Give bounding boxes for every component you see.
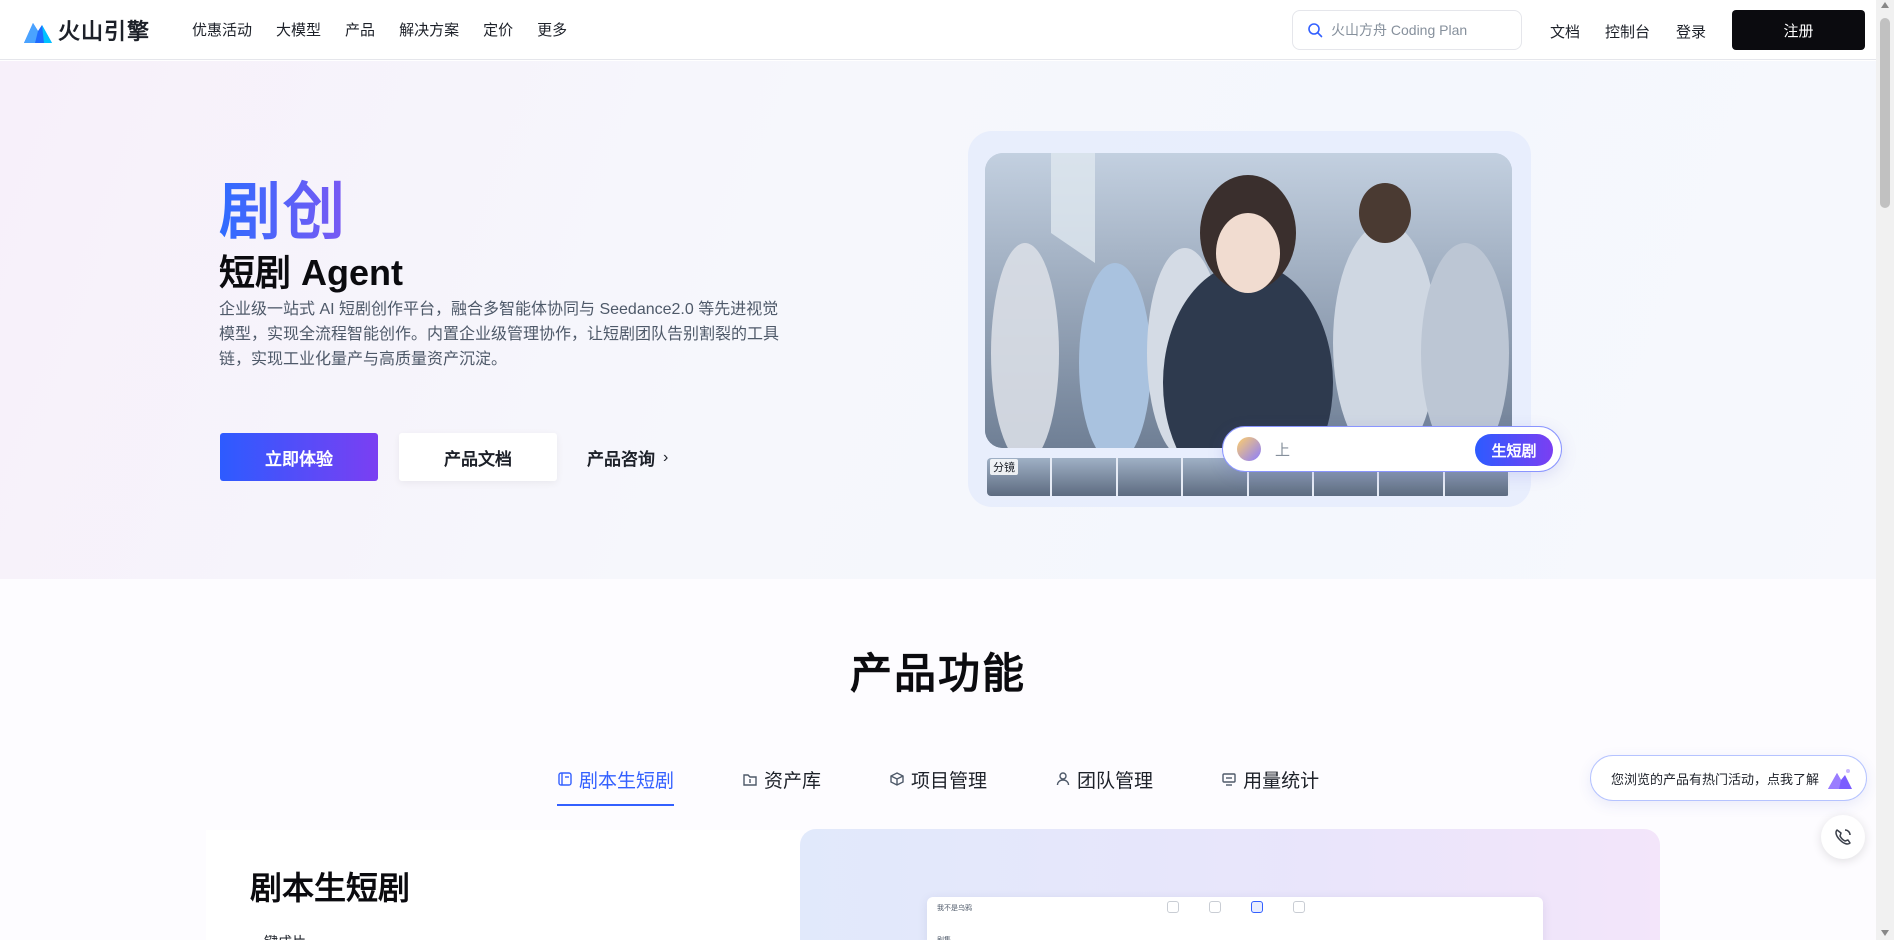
tab-label: 团队管理 [1077,770,1154,792]
search-input[interactable] [1331,22,1511,38]
product-docs-button[interactable]: 产品文档 [399,433,557,481]
chevron-right-icon: › [663,448,669,466]
search-icon [1308,23,1323,38]
preview-step-indicator [1167,901,1305,913]
scroll-up-arrow-icon[interactable] [1881,2,1889,8]
promo-bubble[interactable]: 您浏览的产品有热门活动，点我了解 [1590,755,1867,801]
tab-asset-library[interactable]: 资产库 [742,760,821,798]
page-scrollbar[interactable] [1876,0,1894,940]
customer-service-button[interactable] [1821,815,1865,859]
scroll-down-arrow-icon[interactable] [1881,930,1889,936]
tab-usage-stats[interactable]: 用量统计 [1221,760,1319,798]
main-nav: 优惠活动 大模型 产品 解决方案 定价 更多 [192,19,591,40]
top-nav: 火山引擎 优惠活动 大模型 产品 解决方案 定价 更多 文档 控制台 登录 注册 [0,0,1876,60]
nav-promotions[interactable]: 优惠活动 [192,19,252,40]
nav-products[interactable]: 产品 [345,19,375,40]
try-now-button[interactable]: 立即体验 [220,433,378,481]
scroll-thumb[interactable] [1880,18,1890,208]
script-icon [558,772,572,786]
hero-video-preview[interactable] [985,153,1512,448]
nav-solutions[interactable]: 解决方案 [399,19,459,40]
drama-still-image [985,153,1512,448]
nav-models[interactable]: 大模型 [276,19,321,40]
step-icon [1209,901,1221,913]
preview-episodes-label: 剧集 [937,935,951,940]
volcano-logo-icon [24,22,52,43]
tab-script-to-drama[interactable]: 剧本生短剧 [557,760,675,806]
monitor-icon [1222,773,1236,786]
tab-team-management[interactable]: 团队管理 [1055,760,1153,798]
nav-pricing[interactable]: 定价 [483,19,513,40]
hero-title: 剧创 [219,161,347,251]
tab-label: 资产库 [764,770,822,792]
feature-tabs: 剧本生短剧 资产库 项目管理 团队管理 用量统计 [557,760,1387,806]
promo-mountain-icon [1828,769,1852,789]
folder-icon [743,774,757,786]
product-consult-link[interactable]: 产品咨询 › [587,445,668,470]
tab-label: 用量统计 [1243,770,1320,792]
brand-name: 火山引擎 [58,18,151,44]
prompt-bar[interactable]: 上 生短剧 [1222,426,1562,472]
feature-card-subtitle: 一键成片 [250,932,306,940]
product-consult-label: 产品咨询 [587,450,655,469]
agent-avatar-icon [1237,437,1261,461]
storyboard-thumb[interactable] [1117,458,1184,496]
feature-card-title: 剧本生短剧 [250,870,411,906]
storyboard-label: 分镜 [990,459,1018,475]
step-icon [1167,901,1179,913]
nav-more[interactable]: 更多 [537,19,567,40]
hero-subtitle: 短剧 Agent [219,252,403,293]
app-preview-screenshot: 我不是乌鸦 剧集 [927,897,1543,940]
docs-link[interactable]: 文档 [1550,21,1580,42]
console-link[interactable]: 控制台 [1605,21,1650,42]
step-icon [1251,901,1263,913]
brand-logo[interactable]: 火山引擎 [24,14,150,46]
search-box[interactable] [1292,10,1522,50]
prompt-text: 上 [1275,441,1291,459]
phone-icon [1835,829,1851,845]
register-button[interactable]: 注册 [1732,10,1865,50]
features-title: 产品功能 [849,650,1026,697]
preview-project-title: 我不是乌鸦 [937,905,972,912]
tab-label: 项目管理 [911,770,988,792]
user-icon [1056,772,1070,786]
storyboard-thumb[interactable] [1052,458,1118,496]
generate-drama-button[interactable]: 生短剧 [1475,434,1553,466]
promo-text: 您浏览的产品有热门活动，点我了解 [1611,771,1820,787]
hero-section: 剧创 短剧 Agent 企业级一站式 AI 短剧创作平台，融合多智能体协同与 S… [0,61,1876,579]
hero-description: 企业级一站式 AI 短剧创作平台，融合多智能体协同与 Seedance2.0 等… [219,301,780,368]
tab-label: 剧本生短剧 [579,770,675,792]
feature-card-preview: 我不是乌鸦 剧集 [800,829,1660,940]
login-link[interactable]: 登录 [1676,21,1706,42]
tab-project-management[interactable]: 项目管理 [889,760,987,798]
cube-icon [890,772,904,786]
step-icon [1293,901,1305,913]
